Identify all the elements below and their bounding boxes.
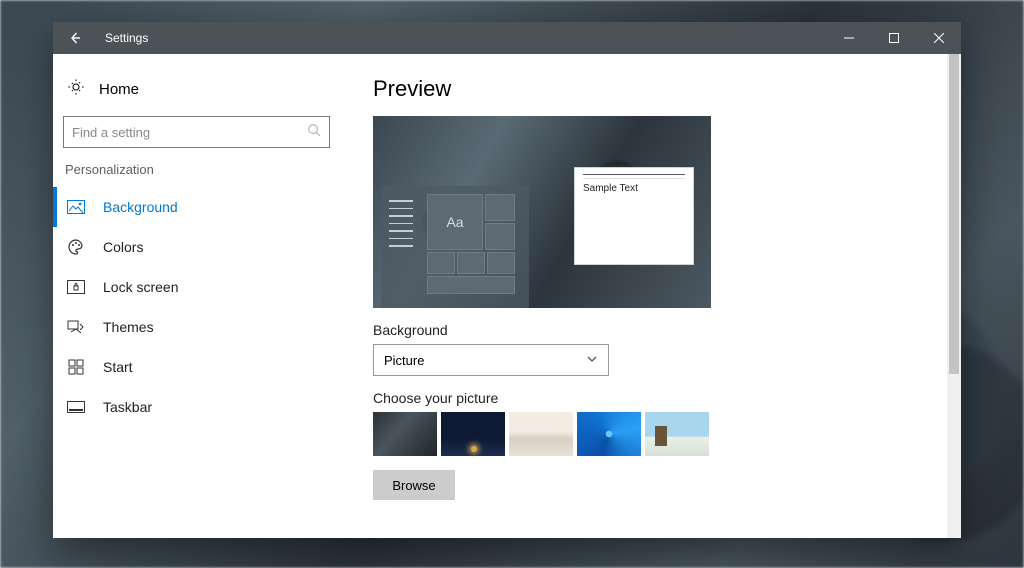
preview-sample-window: Sample Text: [575, 168, 693, 264]
sidebar: Home Personalization Background Colors L…: [53, 54, 345, 538]
lock-screen-icon: [67, 280, 85, 294]
home-label: Home: [99, 81, 139, 98]
picture-thumb-5[interactable]: [645, 412, 709, 456]
desktop-preview: Aa Sample Text: [373, 116, 711, 308]
sidebar-item-themes[interactable]: Themes: [53, 307, 330, 347]
background-value: Picture: [384, 353, 424, 368]
palette-icon: [67, 238, 85, 256]
sidebar-item-start[interactable]: Start: [53, 347, 330, 387]
picture-thumb-4[interactable]: [577, 412, 641, 456]
preview-menu-lines: [389, 194, 419, 304]
choose-picture-label: Choose your picture: [373, 390, 933, 406]
chevron-down-icon: [586, 353, 598, 368]
sidebar-item-lock-screen[interactable]: Lock screen: [53, 267, 330, 307]
background-label: Background: [373, 322, 933, 338]
window-controls: [826, 22, 961, 54]
minimize-icon: [844, 33, 854, 43]
home-link[interactable]: Home: [63, 74, 330, 112]
close-button[interactable]: [916, 22, 961, 54]
search-box[interactable]: [63, 116, 330, 148]
sidebar-item-label: Lock screen: [103, 279, 178, 295]
minimize-button[interactable]: [826, 22, 871, 54]
scrollbar[interactable]: [947, 54, 961, 538]
section-label: Personalization: [65, 162, 330, 177]
picture-thumbnails: [373, 412, 933, 456]
sidebar-item-taskbar[interactable]: Taskbar: [53, 387, 330, 427]
settings-window: Settings Home: [53, 22, 961, 538]
titlebar: Settings: [53, 22, 961, 54]
picture-thumb-1[interactable]: [373, 412, 437, 456]
picture-thumb-2[interactable]: [441, 412, 505, 456]
sidebar-item-background[interactable]: Background: [53, 187, 330, 227]
page-title: Preview: [373, 76, 933, 102]
sidebar-item-label: Start: [103, 359, 133, 375]
maximize-button[interactable]: [871, 22, 916, 54]
preview-tile-aa: Aa: [427, 194, 483, 250]
picture-icon: [67, 200, 85, 214]
sidebar-item-label: Background: [103, 199, 178, 215]
picture-thumb-3[interactable]: [509, 412, 573, 456]
sidebar-item-label: Themes: [103, 319, 154, 335]
browse-button[interactable]: Browse: [373, 470, 455, 500]
sidebar-item-label: Taskbar: [103, 399, 152, 415]
preview-sample-text: Sample Text: [575, 181, 693, 196]
search-icon: [307, 123, 321, 142]
back-button[interactable]: [53, 22, 97, 54]
taskbar-icon: [67, 401, 85, 413]
gear-icon: [67, 78, 85, 100]
preview-tiles: Aa: [427, 194, 523, 304]
scrollbar-thumb[interactable]: [949, 54, 959, 374]
sidebar-item-label: Colors: [103, 239, 143, 255]
arrow-left-icon: [67, 30, 83, 46]
maximize-icon: [889, 33, 899, 43]
start-icon: [67, 359, 85, 375]
main-content: Preview Aa: [345, 54, 961, 538]
themes-icon: [67, 319, 85, 335]
window-title: Settings: [105, 31, 148, 45]
search-input[interactable]: [72, 125, 307, 140]
background-dropdown[interactable]: Picture: [373, 344, 609, 376]
close-icon: [934, 33, 944, 43]
sidebar-item-colors[interactable]: Colors: [53, 227, 330, 267]
preview-start-menu: Aa: [381, 186, 529, 308]
